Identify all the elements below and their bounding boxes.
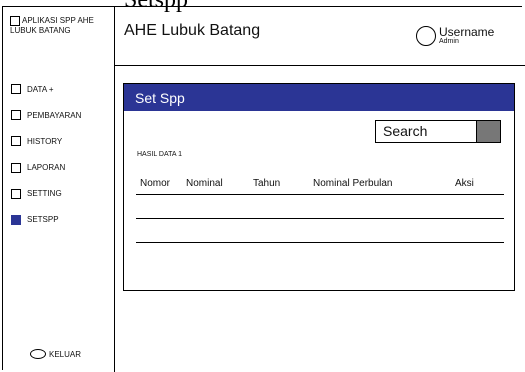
sidebar-item-label: LAPORAN [27,163,66,173]
sidebar-item-label: SETTING [27,189,62,199]
sidebar-item-setting[interactable]: SETTING [11,188,81,200]
search-input[interactable]: Search [375,120,501,143]
active-square-icon [11,214,21,225]
column-header-tahun: Tahun [253,178,281,189]
panel-title: Set Spp [124,84,514,111]
search-label: Search [383,123,428,139]
checkbox-icon [11,110,21,121]
search-button[interactable] [476,121,500,142]
sidebar-item-setspp[interactable]: SETSPP [11,214,81,226]
sidebar-item-label: PEMBAYARAN [27,110,82,120]
avatar-icon [416,26,436,46]
header-title: AHE Lubuk Batang [124,22,261,39]
app-title-text: APLIKASI SPP AHE LUBUK BATANG [10,16,94,35]
data-table: Nomor Nominal Tahun Nominal Perbulan Aks… [136,176,504,243]
sidebar-menu: DATA + PEMBAYARAN HISTORY LAPORAN SETTIN… [11,83,81,240]
checkbox-icon [11,188,21,199]
section-label: HASIL DATA 1 [137,151,182,158]
logout-button[interactable]: KELUAR [30,349,81,359]
sidebar-item-laporan[interactable]: LAPORAN [11,162,81,174]
table-divider [136,242,504,243]
app-title: APLIKASI SPP AHE LUBUK BATANG [10,16,106,36]
sidebar-item-history[interactable]: HISTORY [11,135,81,147]
user-menu[interactable]: Username Admin [416,26,494,46]
sidebar-item-data[interactable]: DATA + [11,83,81,95]
checkbox-icon [11,162,21,173]
table-header: Nomor Nominal Tahun Nominal Perbulan Aks… [136,176,504,194]
sidebar-item-label: HISTORY [27,136,63,146]
sidebar-item-label: SETSPP [27,215,59,225]
sidebar-item-pembayaran[interactable]: PEMBAYARAN [11,109,81,121]
checkbox-icon [11,84,21,94]
sidebar-item-label: DATA + [27,84,54,94]
sidebar: APLIKASI SPP AHE LUBUK BATANG DATA + PEM… [2,6,115,372]
column-header-aksi: Aksi [455,178,474,189]
table-row [136,195,504,218]
header-divider [115,65,525,66]
table-row [136,219,504,242]
column-header-nominal: Nominal [186,178,223,189]
logout-circle-icon [30,349,46,359]
setspp-panel: Set Spp Search HASIL DATA 1 Nomor Nomina… [123,83,515,291]
logout-label: KELUAR [49,349,82,359]
column-header-nominal-perbulan: Nominal Perbulan [313,178,393,189]
column-header-nomor: Nomor [140,178,171,189]
checkbox-icon [11,136,21,147]
username: Username [439,25,495,39]
logo-box-icon [10,16,20,26]
user-role: Admin [439,38,459,45]
